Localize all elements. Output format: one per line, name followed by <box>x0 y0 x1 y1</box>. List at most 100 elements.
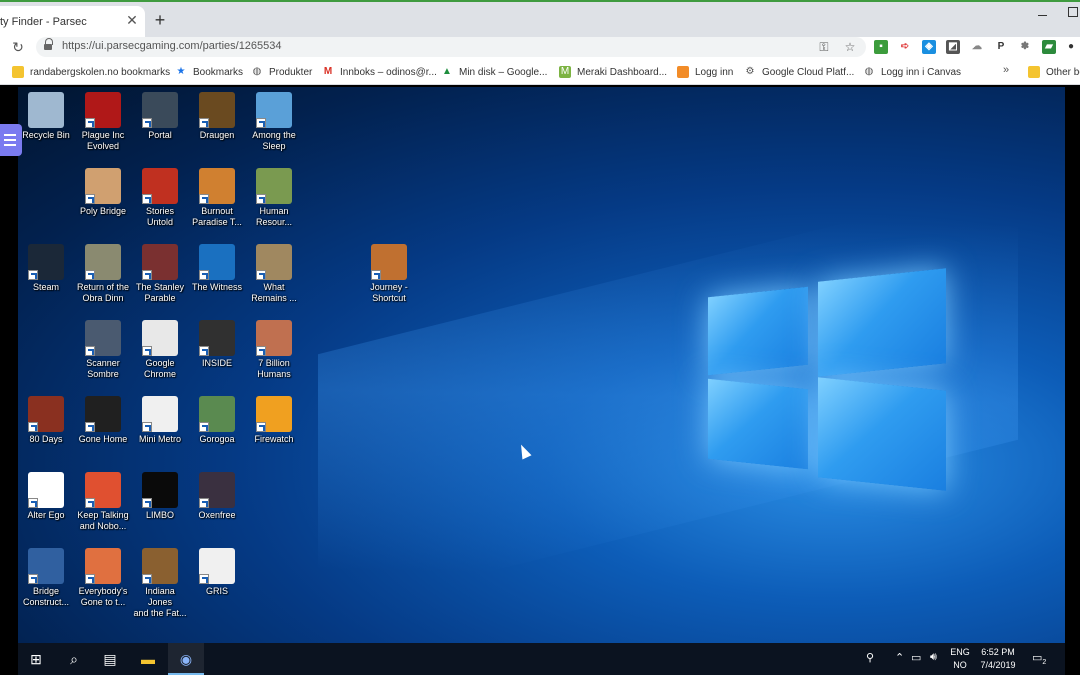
extension-arrow-icon[interactable]: ➪ <box>898 40 912 54</box>
url-text[interactable]: https://ui.parsecgaming.com/parties/1265… <box>62 40 282 52</box>
desktop-icon-the-witness[interactable]: The Witness <box>189 244 245 293</box>
desktop-icon-label: Stories Untold <box>145 206 174 227</box>
minimize-window-button[interactable] <box>1036 8 1050 22</box>
gorogoa-icon <box>199 396 235 432</box>
people-icon[interactable]: ⚲ <box>866 651 874 664</box>
action-center-icon[interactable]: ▭2 <box>1032 651 1046 666</box>
desktop-icon-journey-shortcut[interactable]: Journey - Shortcut <box>361 244 417 304</box>
desktop-icon-80-days[interactable]: 80 Days <box>18 396 74 445</box>
p-icon[interactable]: P <box>994 40 1008 54</box>
bookmark-star-icon[interactable]: ☆ <box>842 39 858 55</box>
desktop-icon-inside[interactable]: INSIDE <box>189 320 245 369</box>
desktop-icon-recycle-bin[interactable]: Recycle Bin <box>18 92 74 141</box>
desktop-icon-everybody-s-gone-to-t[interactable]: Everybody's Gone to t... <box>75 548 131 608</box>
bookmarks-overflow-icon[interactable]: » <box>1003 64 1009 76</box>
desktop-icon-poly-bridge[interactable]: Poly Bridge <box>75 168 131 217</box>
network-icon[interactable]: ▭ <box>911 651 921 664</box>
desktop-icon-burnout-paradise-t[interactable]: Burnout Paradise T... <box>189 168 245 228</box>
globe-icon: ◍ <box>864 66 874 77</box>
bookmark-item[interactable]: ★ Bookmarks <box>175 65 244 79</box>
volume-icon[interactable]: 🔊︎ <box>930 651 937 664</box>
bookmark-item[interactable]: ▲ Min disk – Google... <box>441 65 547 79</box>
desktop-icon-label: Poly Bridge <box>79 206 127 216</box>
address-bar[interactable]: https://ui.parsecgaming.com/parties/1265… <box>36 37 866 57</box>
desktop-icon-bridge-construct[interactable]: Bridge Construct... <box>18 548 74 608</box>
keep-talking-and-nobo-icon <box>85 472 121 508</box>
desktop-icon-7-billion-humans[interactable]: 7 Billion Humans <box>246 320 302 380</box>
bookmark-other-folder[interactable]: Other bo <box>1028 65 1080 79</box>
shortcut-arrow-icon <box>199 574 209 584</box>
desktop-icon-stories-untold[interactable]: Stories Untold <box>132 168 188 228</box>
extension-icon[interactable]: ✽ <box>1018 40 1032 54</box>
browser-toolbar: ↻ https://ui.parsecgaming.com/parties/12… <box>0 37 1080 59</box>
bookmark-item[interactable]: ⚙ Google Cloud Platf... <box>744 65 855 79</box>
drive-icon: ▲ <box>442 66 452 77</box>
shortcut-arrow-icon <box>256 346 266 356</box>
desktop-icon-gris[interactable]: GRIS <box>189 548 245 597</box>
desktop-icon-steam[interactable]: Steam <box>18 244 74 293</box>
desktop-icon-indiana-jones-and-the-fat[interactable]: Indiana Jones and the Fat... <box>132 548 188 619</box>
language-indicator[interactable]: ENG NO <box>948 646 972 672</box>
star-icon: ★ <box>176 66 186 77</box>
scanner-sombre-icon <box>85 320 121 356</box>
bookmark-item[interactable]: ◍ Logg inn i Canvas <box>863 65 961 79</box>
desktop-icon-mini-metro[interactable]: Mini Metro <box>132 396 188 445</box>
extension-icon[interactable]: ▰ <box>1042 40 1056 54</box>
desktop-icon-limbo[interactable]: LIMBO <box>132 472 188 521</box>
desktop-icon-human-resour[interactable]: Human Resour... <box>246 168 302 228</box>
desktop-icon-scanner-sombre[interactable]: Scanner Sombre <box>75 320 131 380</box>
browser-tab-strip: ty Finder - Parsec ✕ + <box>0 0 1080 39</box>
desktop-icon-what-remains[interactable]: What Remains ... <box>246 244 302 304</box>
tray-overflow-icon[interactable]: ⌃ <box>895 651 904 664</box>
task-view-icon[interactable]: ▤ <box>92 643 128 675</box>
remote-desktop[interactable]: Recycle Bin Plague Inc Evolved Portal Draug… <box>18 87 1065 643</box>
key-icon[interactable]: ⚿ <box>816 39 832 55</box>
new-tab-button[interactable]: + <box>150 10 170 30</box>
indiana-jones-and-the-fat-icon <box>142 548 178 584</box>
desktop-icon-the-stanley-parable[interactable]: The Stanley Parable <box>132 244 188 304</box>
firewatch-icon <box>256 396 292 432</box>
desktop-icon-keep-talking-and-nobo[interactable]: Keep Talking and Nobo... <box>75 472 131 532</box>
bookmark-item[interactable]: M Meraki Dashboard... <box>559 65 667 79</box>
extension-icon[interactable]: ◩ <box>946 40 960 54</box>
desktop-icon-firewatch[interactable]: Firewatch <box>246 396 302 445</box>
desktop-icon-oxenfree[interactable]: Oxenfree <box>189 472 245 521</box>
windows-taskbar: ⊞ ⌕ ▤ ▬ ◉ ⚲ ⌃ ▭ 🔊︎ ENG NO 6:52 PM 7/4/20… <box>18 643 1065 675</box>
extension-icon[interactable]: ▪ <box>874 40 888 54</box>
reload-icon[interactable]: ↻ <box>10 39 26 55</box>
profile-icon[interactable]: ● <box>1064 40 1078 54</box>
taskbar-clock[interactable]: 6:52 PM 7/4/2019 <box>973 646 1023 672</box>
extension-icon[interactable]: ◈ <box>922 40 936 54</box>
bookmark-item[interactable]: ◍ Produkter <box>251 65 313 79</box>
desktop-icon-gorogoa[interactable]: Gorogoa <box>189 396 245 445</box>
desktop-icon-alter-ego[interactable]: Alter Ego <box>18 472 74 521</box>
desktop-icon-plague-inc-evolved[interactable]: Plague Inc Evolved <box>75 92 131 152</box>
tab-close-icon[interactable]: ✕ <box>124 12 140 28</box>
cloud-icon[interactable]: ☁ <box>970 40 984 54</box>
folder-icon <box>12 66 24 78</box>
desktop-icon-label: 7 Billion Humans <box>257 358 291 379</box>
start-button-icon[interactable]: ⊞ <box>18 643 54 675</box>
plague-inc-evolved-icon <box>85 92 121 128</box>
everybody-s-gone-to-t-icon <box>85 548 121 584</box>
desktop-icon-portal[interactable]: Portal <box>132 92 188 141</box>
desktop-icon-google-chrome[interactable]: Google Chrome <box>132 320 188 380</box>
bookmark-item[interactable]: randabergskolen.no bookmarks <box>12 65 170 79</box>
lock-icon[interactable] <box>44 38 53 50</box>
desktop-icon-return-of-the-obra-dinn[interactable]: Return of the Obra Dinn <box>75 244 131 304</box>
gone-home-icon <box>85 396 121 432</box>
parsec-overlay-menu-icon[interactable] <box>0 124 22 156</box>
bookmark-item[interactable]: Logg inn <box>677 65 733 79</box>
gmail-icon: M <box>323 66 333 77</box>
desktop-icon-gone-home[interactable]: Gone Home <box>75 396 131 445</box>
maximize-window-button[interactable] <box>1068 7 1078 17</box>
desktop-icon-among-the-sleep[interactable]: Among the Sleep <box>246 92 302 152</box>
desktop-icon-draugen[interactable]: Draugen <box>189 92 245 141</box>
shortcut-arrow-icon <box>142 498 152 508</box>
search-icon[interactable]: ⌕ <box>56 643 92 675</box>
parsec-taskbar-icon[interactable]: ◉ <box>168 643 204 675</box>
bookmarks-bar: randabergskolen.no bookmarks ★ Bookmarks … <box>0 59 1080 85</box>
browser-tab[interactable]: ty Finder - Parsec ✕ <box>0 6 145 39</box>
bookmark-item[interactable]: M Innboks – odinos@r... <box>322 65 437 79</box>
file-explorer-icon[interactable]: ▬ <box>130 643 166 675</box>
